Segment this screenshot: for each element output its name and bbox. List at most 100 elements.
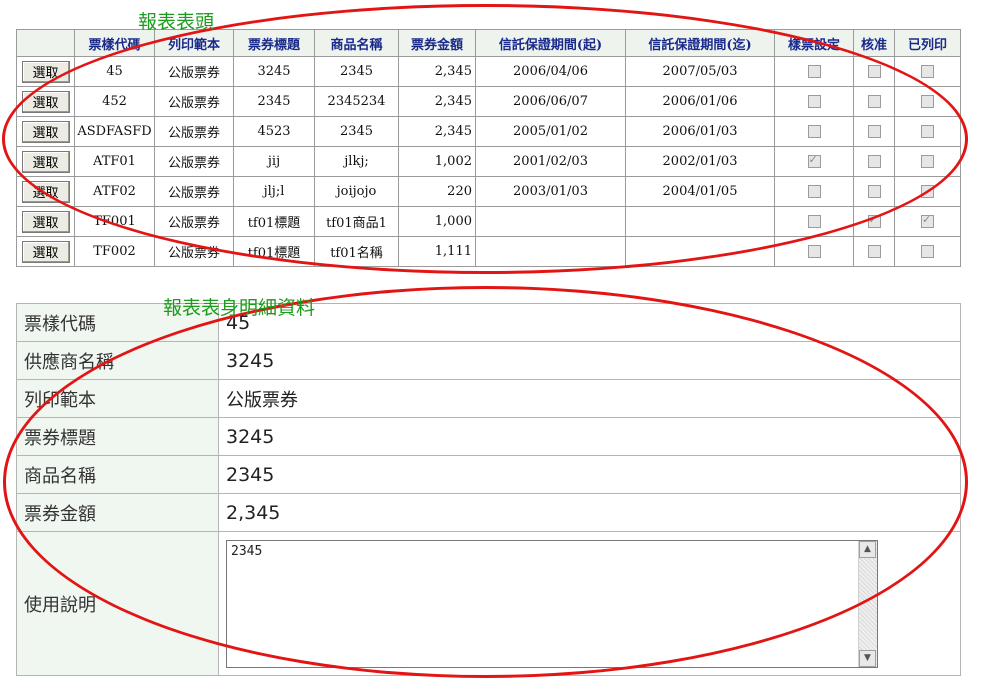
cell-code: TF002 (74, 236, 155, 267)
table-row: 選取 TF001 公版票券 tf01標題 tf01商品1 1,000 (16, 206, 961, 237)
sample-checkbox[interactable] (807, 153, 821, 168)
approved-checkbox[interactable] (867, 125, 881, 138)
cell-template: 公版票券 (154, 146, 234, 177)
cell-template: 公版票券 (154, 86, 234, 117)
sample-checkbox[interactable] (807, 95, 821, 108)
cell-sample (774, 176, 854, 207)
usage-textarea[interactable]: 2345 ▲ ▼ (226, 540, 878, 668)
select-button[interactable]: 選取 (21, 180, 70, 203)
detail-row: 票樣代碼 45 (16, 303, 961, 342)
cell-code: 45 (74, 56, 155, 87)
approved-checkbox[interactable] (867, 213, 881, 228)
cell-code: ATF01 (74, 146, 155, 177)
approved-checkbox[interactable] (867, 185, 881, 198)
usage-text: 2345 (231, 544, 263, 559)
printed-checkbox[interactable] (921, 185, 934, 198)
scroll-down-icon[interactable]: ▼ (859, 650, 876, 667)
col-header-title: 票券標題 (233, 29, 315, 57)
scroll-up-icon[interactable]: ▲ (859, 541, 876, 558)
detail-value-code: 45 (218, 303, 961, 342)
sample-checkbox[interactable] (807, 125, 821, 138)
select-button[interactable]: 選取 (21, 90, 70, 113)
cell-sample (774, 206, 854, 237)
annotation-header-label: 報表表頭 (138, 11, 215, 33)
select-button[interactable]: 選取 (21, 210, 70, 233)
cell-amount: 2,345 (398, 116, 476, 147)
printed-checkbox[interactable] (921, 213, 934, 228)
select-button[interactable]: 選取 (21, 60, 70, 83)
printed-checkbox[interactable] (921, 125, 934, 138)
cell-approved (853, 56, 895, 87)
detail-value-amount: 2,345 (218, 493, 961, 532)
sample-checkbox[interactable] (807, 185, 821, 198)
cell-template: 公版票券 (154, 236, 234, 267)
cell-printed (894, 236, 961, 267)
cell-end (625, 206, 775, 237)
cell-select: 選取 (16, 206, 75, 237)
cell-template: 公版票券 (154, 56, 234, 87)
detail-label-title: 票券標題 (16, 417, 219, 456)
sample-checkbox[interactable] (807, 245, 821, 258)
cell-product: tf01商品1 (314, 206, 399, 237)
printed-checkbox[interactable] (921, 65, 934, 78)
cell-product: 2345 (314, 56, 399, 87)
cell-end: 2006/01/06 (625, 86, 775, 117)
approved-checkbox[interactable] (867, 65, 881, 78)
col-header-printed: 已列印 (894, 29, 961, 57)
table-row: 選取 452 公版票券 2345 2345234 2,345 2006/06/07 2006/… (16, 86, 961, 117)
detail-value-template: 公版票券 (218, 379, 961, 418)
detail-value-supplier: 3245 (218, 341, 961, 380)
cell-end: 2002/01/03 (625, 146, 775, 177)
approved-checkbox[interactable] (867, 155, 881, 168)
detail-row-usage: 使用說明 2345 ▲ ▼ (16, 531, 961, 676)
col-header-sample: 樣票設定 (774, 29, 854, 57)
usage-scrollbar[interactable]: ▲ ▼ (858, 541, 877, 667)
select-button[interactable]: 選取 (21, 150, 70, 173)
approved-checkbox[interactable] (867, 245, 881, 258)
cell-select: 選取 (16, 146, 75, 177)
cell-start (475, 236, 626, 267)
col-header-select (16, 29, 75, 57)
select-button[interactable]: 選取 (21, 240, 70, 263)
cell-sample (774, 236, 854, 267)
cell-approved (853, 236, 895, 267)
cell-approved (853, 176, 895, 207)
cell-product: joijojo (314, 176, 399, 207)
cell-title: tf01標題 (233, 236, 315, 267)
col-header-approved: 核准 (853, 29, 895, 57)
approved-checkbox[interactable] (867, 95, 881, 108)
cell-title: 3245 (233, 56, 315, 87)
select-button[interactable]: 選取 (21, 120, 70, 143)
cell-title: 4523 (233, 116, 315, 147)
cell-end: 2004/01/05 (625, 176, 775, 207)
cell-sample (774, 116, 854, 147)
cell-amount: 2,345 (398, 56, 476, 87)
cell-title: jlj;l (233, 176, 315, 207)
detail-label-supplier: 供應商名稱 (16, 341, 219, 380)
cell-select: 選取 (16, 86, 75, 117)
cell-printed (894, 86, 961, 117)
cell-start: 2003/01/03 (475, 176, 626, 207)
col-header-amount: 票券金額 (398, 29, 476, 57)
table-row: 選取 ASDFASFD 公版票券 4523 2345 2,345 2005/01/02 200… (16, 116, 961, 147)
cell-sample (774, 56, 854, 87)
cell-title: jij (233, 146, 315, 177)
cell-select: 選取 (16, 116, 75, 147)
sample-checkbox[interactable] (807, 65, 821, 78)
table-row: 選取 TF002 公版票券 tf01標題 tf01名稱 1,111 (16, 236, 961, 267)
printed-checkbox[interactable] (921, 155, 934, 168)
detail-row: 列印範本 公版票券 (16, 379, 961, 418)
printed-checkbox[interactable] (921, 245, 934, 258)
cell-select: 選取 (16, 176, 75, 207)
detail-panel: 票樣代碼 45 供應商名稱 3245 列印範本 公版票券 票券標題 3245 商… (16, 303, 961, 676)
cell-amount: 1,000 (398, 206, 476, 237)
cell-printed (894, 206, 961, 237)
cell-end: 2007/05/03 (625, 56, 775, 87)
detail-usage-cell: 2345 ▲ ▼ (218, 531, 961, 676)
cell-sample (774, 86, 854, 117)
detail-row: 商品名稱 2345 (16, 455, 961, 494)
sample-checkbox[interactable] (807, 215, 821, 228)
cell-start (475, 206, 626, 237)
printed-checkbox[interactable] (921, 95, 934, 108)
ticket-grid: 票樣代碼 列印範本 票券標題 商品名稱 票券金額 信託保證期間(起) 信託保證期… (16, 29, 961, 267)
